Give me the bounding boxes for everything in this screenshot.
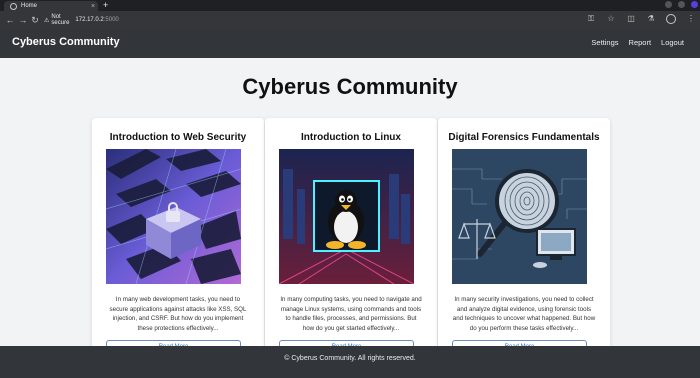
back-icon[interactable]: ←: [4, 14, 16, 26]
window-controls: [665, 1, 698, 8]
close-tab-icon[interactable]: ×: [88, 3, 98, 10]
nav-link-logout[interactable]: Logout: [661, 38, 684, 47]
key-icon[interactable]: ⚿: [586, 14, 596, 24]
article-card-web-security: Introduction to Web Security In many web…: [92, 118, 264, 358]
menu-icon[interactable]: ⋮: [686, 14, 696, 24]
flask-icon[interactable]: ⚗: [646, 14, 656, 24]
page-title: Cyberus Community: [242, 74, 458, 99]
card-description: In many security investigations, you nee…: [452, 296, 596, 332]
web-security-image: [106, 149, 241, 284]
globe-icon: [10, 2, 17, 10]
account-icon[interactable]: [666, 14, 676, 24]
nav-link-settings[interactable]: Settings: [591, 38, 618, 47]
article-card-digital-forensics: Digital Forensics Fundamentals In many s…: [438, 118, 610, 358]
nav-link-report[interactable]: Report: [629, 38, 652, 47]
close-window-icon[interactable]: [691, 1, 698, 8]
linux-tux-image: [279, 149, 414, 284]
security-label[interactable]: Not secure: [51, 14, 69, 26]
reload-icon[interactable]: ↻: [29, 14, 41, 26]
forensics-image: [452, 149, 587, 284]
nav-links: Settings Report Logout: [591, 38, 684, 47]
browser-toolbar: ← → ↻ ⚠ Not secure 172.17.0.2:5000 ⚿ ☆ ◫…: [0, 11, 700, 29]
toolbar-actions: ⚿ ☆ ◫ ⚗ ⋮: [586, 14, 696, 24]
forward-icon[interactable]: →: [17, 14, 29, 26]
footer-copyright: © Cyberus Community. All rights reserved…: [284, 355, 416, 362]
new-tab-button[interactable]: +: [103, 0, 108, 11]
star-icon[interactable]: ☆: [606, 14, 616, 24]
site-footer: © Cyberus Community. All rights reserved…: [0, 346, 700, 378]
site-navbar: Cyberus Community Settings Report Logout: [0, 29, 700, 58]
card-title: Introduction to Web Security: [109, 132, 247, 143]
article-card-linux: Introduction to Linux In many computing …: [265, 118, 437, 358]
extensions-icon[interactable]: ◫: [626, 14, 636, 24]
card-description: In many computing tasks, you need to nav…: [280, 296, 422, 332]
url-host: 172.17.0.2: [75, 17, 104, 23]
site-brand[interactable]: Cyberus Community: [12, 36, 120, 48]
maximize-window-icon[interactable]: [678, 1, 685, 8]
browser-tab[interactable]: Home ×: [4, 1, 98, 11]
card-title: Introduction to Linux: [301, 132, 401, 143]
minimize-window-icon[interactable]: [665, 1, 672, 8]
url-port: :5000: [103, 17, 119, 23]
address-bar[interactable]: ⚠ Not secure 172.17.0.2:5000: [44, 14, 119, 26]
tab-title: Home: [21, 3, 38, 9]
warning-icon[interactable]: ⚠: [44, 17, 49, 24]
card-title: Digital Forensics Fundamentals: [448, 132, 600, 143]
card-description: In many web development tasks, you need …: [109, 296, 247, 332]
browser-tab-bar: Home × +: [0, 0, 700, 11]
